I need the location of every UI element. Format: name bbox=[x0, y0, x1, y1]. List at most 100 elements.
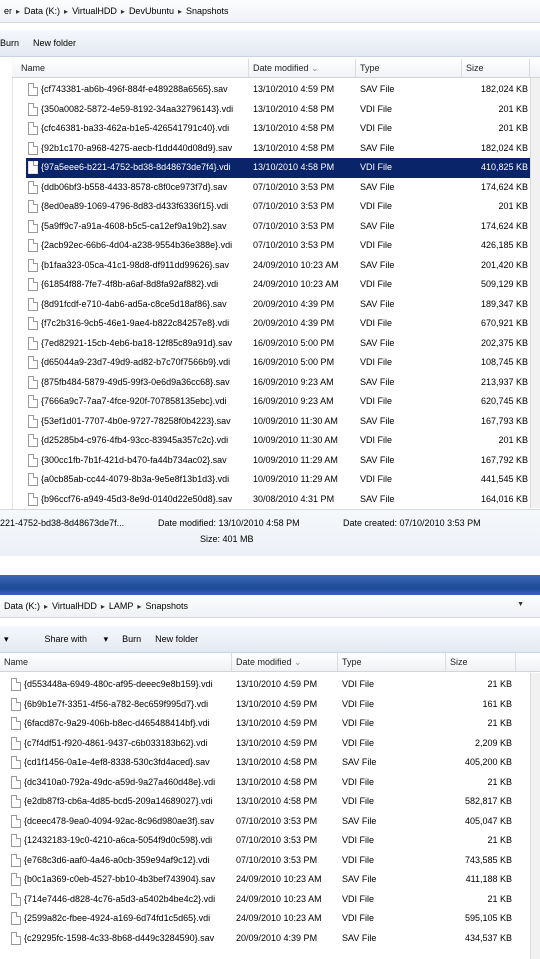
file-name: {b0c1a369-c0eb-4527-bb10-4b3bef743904}.s… bbox=[24, 874, 216, 884]
file-row[interactable]: {a0cb85ab-cc44-4079-8b3a-9e5e8f13b1d3}.v… bbox=[26, 470, 530, 490]
file-name: {7ed82921-15cb-4eb6-ba18-12f85c89a91d}.s… bbox=[41, 337, 233, 348]
file-date-modified: 20/09/2010 4:39 PM bbox=[253, 298, 335, 309]
file-size: 426,185 KB bbox=[480, 240, 528, 250]
file-row[interactable]: {61854f88-7fe7-4f8b-a6af-8d8fa92af882}.v… bbox=[26, 275, 530, 295]
file-row[interactable]: {875fb484-5879-49d5-99f3-0e6d9a36cc68}.s… bbox=[26, 373, 530, 393]
file-row[interactable]: {d65044a9-23d7-49d9-ad82-b7c70f7566b9}.v… bbox=[26, 353, 530, 373]
file-date-modified: 13/10/2010 4:58 PM bbox=[236, 776, 318, 787]
file-icon bbox=[28, 239, 38, 252]
file-name: {d553448a-6949-480c-af95-deeec9e8b159}.v… bbox=[24, 679, 213, 689]
column-type[interactable]: Type bbox=[356, 59, 462, 77]
file-type: VDI File bbox=[360, 240, 393, 250]
file-row[interactable]: {f7c2b316-9cb5-46e1-9ae4-b822c84257e8}.v… bbox=[26, 314, 530, 334]
file-row[interactable]: {b0c1a369-c0eb-4527-bb10-4b3bef743904}.s… bbox=[10, 870, 530, 890]
breadcrumb-1[interactable]: VirtualHDD bbox=[52, 601, 97, 611]
file-row[interactable]: {92b1c170-a968-4275-aecb-f1dd440d08d9}.s… bbox=[26, 139, 530, 159]
file-type: VDI File bbox=[342, 698, 375, 709]
file-type: SAV File bbox=[342, 874, 377, 884]
column-size[interactable]: Size bbox=[446, 653, 516, 671]
file-date-modified: 13/10/2010 4:58 PM bbox=[236, 757, 318, 767]
breadcrumb-1[interactable]: Data (K:) bbox=[24, 6, 60, 16]
new-folder-button[interactable]: New folder bbox=[33, 38, 76, 48]
file-row[interactable]: {350a0082-5872-4e59-8192-34aa32796143}.v… bbox=[26, 100, 530, 120]
address-bar[interactable]: er ▸ Data (K:) ▸ VirtualHDD ▸ DevUbuntu … bbox=[0, 0, 540, 23]
file-row[interactable]: {cd1f1456-0a1e-4ef8-8338-530c3fd4aced}.s… bbox=[10, 753, 530, 773]
file-row[interactable]: {8ed0ea89-1069-4796-8d83-d433f6336f15}.v… bbox=[26, 197, 530, 217]
file-row[interactable]: {97a5eee6-b221-4752-bd38-8d48673de7f4}.v… bbox=[26, 158, 530, 178]
file-row[interactable]: {cfc46381-ba33-462a-b1e5-426541791c40}.v… bbox=[26, 119, 530, 139]
share-with-button[interactable]: Share with ▾ bbox=[31, 634, 109, 645]
column-date-modified[interactable]: Date modified ⌄ bbox=[249, 59, 356, 77]
file-row[interactable]: {12432183-19c0-4210-a6ca-5054f9d0c598}.v… bbox=[10, 831, 530, 851]
file-size: 167,792 KB bbox=[480, 454, 528, 465]
address-bar[interactable]: Data (K:) ▸ VirtualHDD ▸ LAMP ▸ Snapshot… bbox=[0, 595, 540, 618]
breadcrumb-4[interactable]: Snapshots bbox=[186, 6, 229, 16]
address-dropdown-icon[interactable]: ▼ bbox=[517, 601, 524, 608]
breadcrumb-3[interactable]: Snapshots bbox=[145, 601, 188, 611]
file-icon bbox=[28, 83, 38, 96]
organize-dropdown-icon[interactable]: ▾ bbox=[4, 634, 9, 645]
column-date-modified[interactable]: Date modified ⌄ bbox=[232, 653, 338, 671]
breadcrumb-2[interactable]: VirtualHDD bbox=[72, 6, 117, 16]
file-row[interactable]: {ddb06bf3-b558-4433-8578-c8f0ce973f7d}.s… bbox=[26, 178, 530, 198]
file-row[interactable]: {6b9b1e7f-3351-4f56-a782-8ec659f995d7}.v… bbox=[10, 695, 530, 715]
new-folder-button[interactable]: New folder bbox=[155, 634, 198, 644]
file-row[interactable]: {d25285b4-c976-4fb4-93cc-83945a357c2c}.v… bbox=[26, 431, 530, 451]
vertical-scrollbar[interactable] bbox=[530, 78, 540, 508]
file-type: SAV File bbox=[360, 142, 395, 153]
file-type: VDI File bbox=[360, 279, 393, 289]
breadcrumb-3[interactable]: DevUbuntu bbox=[129, 6, 174, 16]
file-row[interactable]: {6facd87c-9a29-406b-b8ec-d465488414bf}.v… bbox=[10, 714, 530, 734]
title-bar[interactable] bbox=[0, 575, 540, 597]
file-row[interactable]: {53ef1d01-7707-4b0e-9727-78258f0b4223}.s… bbox=[26, 412, 530, 432]
column-size[interactable]: Size bbox=[462, 59, 530, 77]
file-icon bbox=[11, 931, 21, 945]
file-row[interactable]: {b96ccf76-a949-45d3-8e9d-0140d22e50d8}.s… bbox=[26, 490, 530, 510]
column-name[interactable]: Name bbox=[12, 59, 249, 77]
file-size: 201 KB bbox=[498, 123, 528, 133]
file-row[interactable]: {dc3410a0-792a-49dc-a59d-9a27a460d48e}.v… bbox=[10, 773, 530, 793]
file-row[interactable]: {7ed82921-15cb-4eb6-ba18-12f85c89a91d}.s… bbox=[26, 334, 530, 354]
file-row[interactable]: {dceec478-9ea0-4094-92ac-8c96d980ae3f}.s… bbox=[10, 812, 530, 832]
file-name: {b1faa323-05ca-41c1-98d8-df911dd99626}.s… bbox=[41, 259, 229, 270]
file-row[interactable]: {300cc1fb-7b1f-421d-b470-fa44b734ac02}.s… bbox=[26, 451, 530, 471]
file-row[interactable]: {b1faa323-05ca-41c1-98d8-df911dd99626}.s… bbox=[26, 256, 530, 276]
file-row[interactable]: {c7f4df51-f920-4861-9437-c6b033183b62}.v… bbox=[10, 734, 530, 754]
file-name: {cfc46381-ba33-462a-b1e5-426541791c40}.v… bbox=[41, 123, 230, 133]
column-name[interactable]: Name bbox=[0, 653, 232, 671]
file-name: {5a9ff9c7-a91a-4608-b5c5-ca12ef9a19b2}.s… bbox=[41, 220, 227, 231]
file-row[interactable]: {cf743381-ab6b-496f-884f-e489288a6565}.s… bbox=[26, 80, 530, 100]
breadcrumb-0[interactable]: Data (K:) bbox=[4, 601, 40, 611]
burn-button[interactable]: Burn bbox=[122, 634, 141, 644]
file-icon bbox=[11, 697, 21, 711]
file-name: {2599a82c-fbee-4924-a169-6d74fd1c5d65}.v… bbox=[24, 913, 211, 923]
breadcrumb-0[interactable]: er bbox=[4, 6, 12, 16]
file-type: SAV File bbox=[360, 298, 395, 309]
file-row[interactable]: {8d91fcdf-e710-4ab6-ad5a-c8ce5d18af86}.s… bbox=[26, 295, 530, 315]
file-row[interactable]: {d553448a-6949-480c-af95-deeec9e8b159}.v… bbox=[10, 675, 530, 695]
details-pane: 221-4752-bd38-8d48673de7f... Date modifi… bbox=[0, 509, 540, 556]
file-row[interactable]: {714e7446-d828-4c76-a5d3-a5402b4be4c2}.v… bbox=[10, 890, 530, 910]
file-date-modified: 24/09/2010 10:23 AM bbox=[236, 893, 322, 904]
file-date-modified: 10/09/2010 11:30 AM bbox=[253, 415, 338, 426]
navigation-pane[interactable] bbox=[0, 58, 13, 528]
vertical-scrollbar[interactable] bbox=[530, 673, 540, 959]
file-row[interactable]: {5a9ff9c7-a91a-4608-b5c5-ca12ef9a19b2}.s… bbox=[26, 217, 530, 237]
burn-button[interactable]: Burn bbox=[0, 38, 19, 48]
file-row[interactable]: {e2db87f3-cb6a-4d85-bcd5-209a14689027}.v… bbox=[10, 792, 530, 812]
explorer-window-devubuntu: er ▸ Data (K:) ▸ VirtualHDD ▸ DevUbuntu … bbox=[0, 0, 540, 575]
file-size: 670,921 KB bbox=[480, 318, 528, 328]
file-row[interactable]: {c29295fc-1598-4c33-8b68-d449c3284590}.s… bbox=[10, 929, 530, 949]
file-row[interactable]: {7666a9c7-7aa7-4fce-920f-707858135ebc}.v… bbox=[26, 392, 530, 412]
file-type: SAV File bbox=[360, 415, 395, 426]
file-row[interactable]: {2599a82c-fbee-4924-a169-6d74fd1c5d65}.v… bbox=[10, 909, 530, 929]
column-date-label: Date modified bbox=[236, 657, 292, 667]
file-row[interactable]: {e768c3d6-aaf0-4a46-a0cb-359e94af9c12}.v… bbox=[10, 851, 530, 871]
breadcrumb-2[interactable]: LAMP bbox=[109, 601, 134, 611]
file-name: {7666a9c7-7aa7-4fce-920f-707858135ebc}.v… bbox=[41, 396, 227, 406]
file-row[interactable]: {2acb92ec-66b6-4d04-a238-9554b36e388e}.v… bbox=[26, 236, 530, 256]
file-name: {d65044a9-23d7-49d9-ad82-b7c70f7566b9}.v… bbox=[41, 357, 231, 367]
file-icon bbox=[11, 775, 21, 789]
file-type: VDI File bbox=[342, 835, 375, 845]
column-type[interactable]: Type bbox=[338, 653, 446, 671]
